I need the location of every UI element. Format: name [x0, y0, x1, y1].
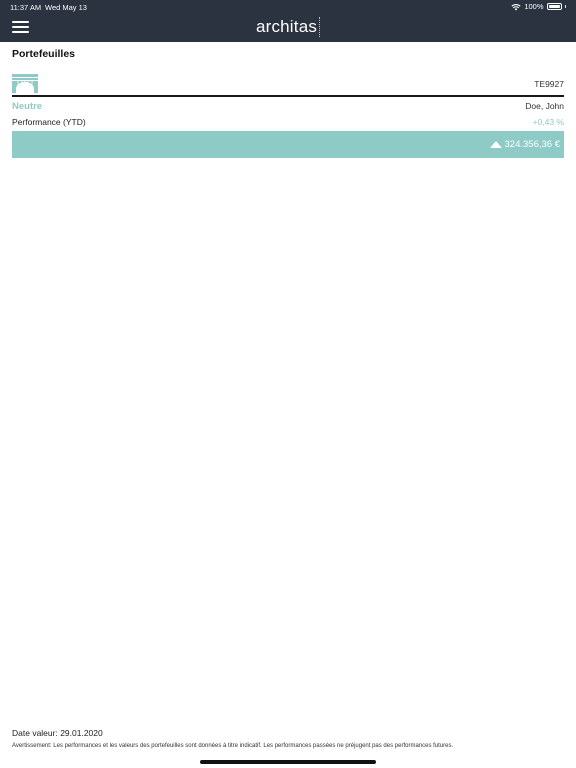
status-date: Wed May 13	[45, 3, 87, 12]
divider	[12, 95, 564, 97]
bridge-icon	[12, 74, 38, 93]
status-time: 11:37 AM	[10, 3, 42, 12]
logo-text: architas	[255, 17, 318, 36]
app-logo: architas	[0, 17, 576, 37]
trend-up-icon	[490, 141, 502, 148]
battery-icon	[546, 3, 562, 10]
portfolio-code: TE9927	[534, 79, 564, 89]
top-navigation-bar: 11:37 AM Wed May 13 100% architas	[0, 0, 576, 42]
battery-tip	[564, 5, 566, 8]
portfolio-value-bar[interactable]: 324.356,36 €	[12, 131, 564, 158]
status-bar: 11:37 AM Wed May 13 100%	[0, 0, 576, 13]
performance-label: Performance (YTD)	[12, 117, 86, 127]
status-indicators: 100%	[511, 2, 566, 11]
owner-name: Doe, John	[525, 101, 564, 111]
wifi-icon	[511, 3, 521, 10]
value-date: Date valeur: 29.01.2020	[12, 728, 103, 738]
logo-mark-icon	[319, 17, 321, 37]
home-indicator[interactable]	[200, 760, 376, 764]
battery-percent: 100%	[524, 2, 544, 11]
disclaimer-text: Avertissement: Les performances et les v…	[12, 743, 454, 749]
portfolio-value: 324.356,36 €	[504, 139, 560, 150]
page-title: Portefeuilles	[12, 48, 76, 60]
performance-value: +0,43 %	[532, 117, 564, 127]
risk-profile-label: Neutre	[12, 101, 43, 112]
